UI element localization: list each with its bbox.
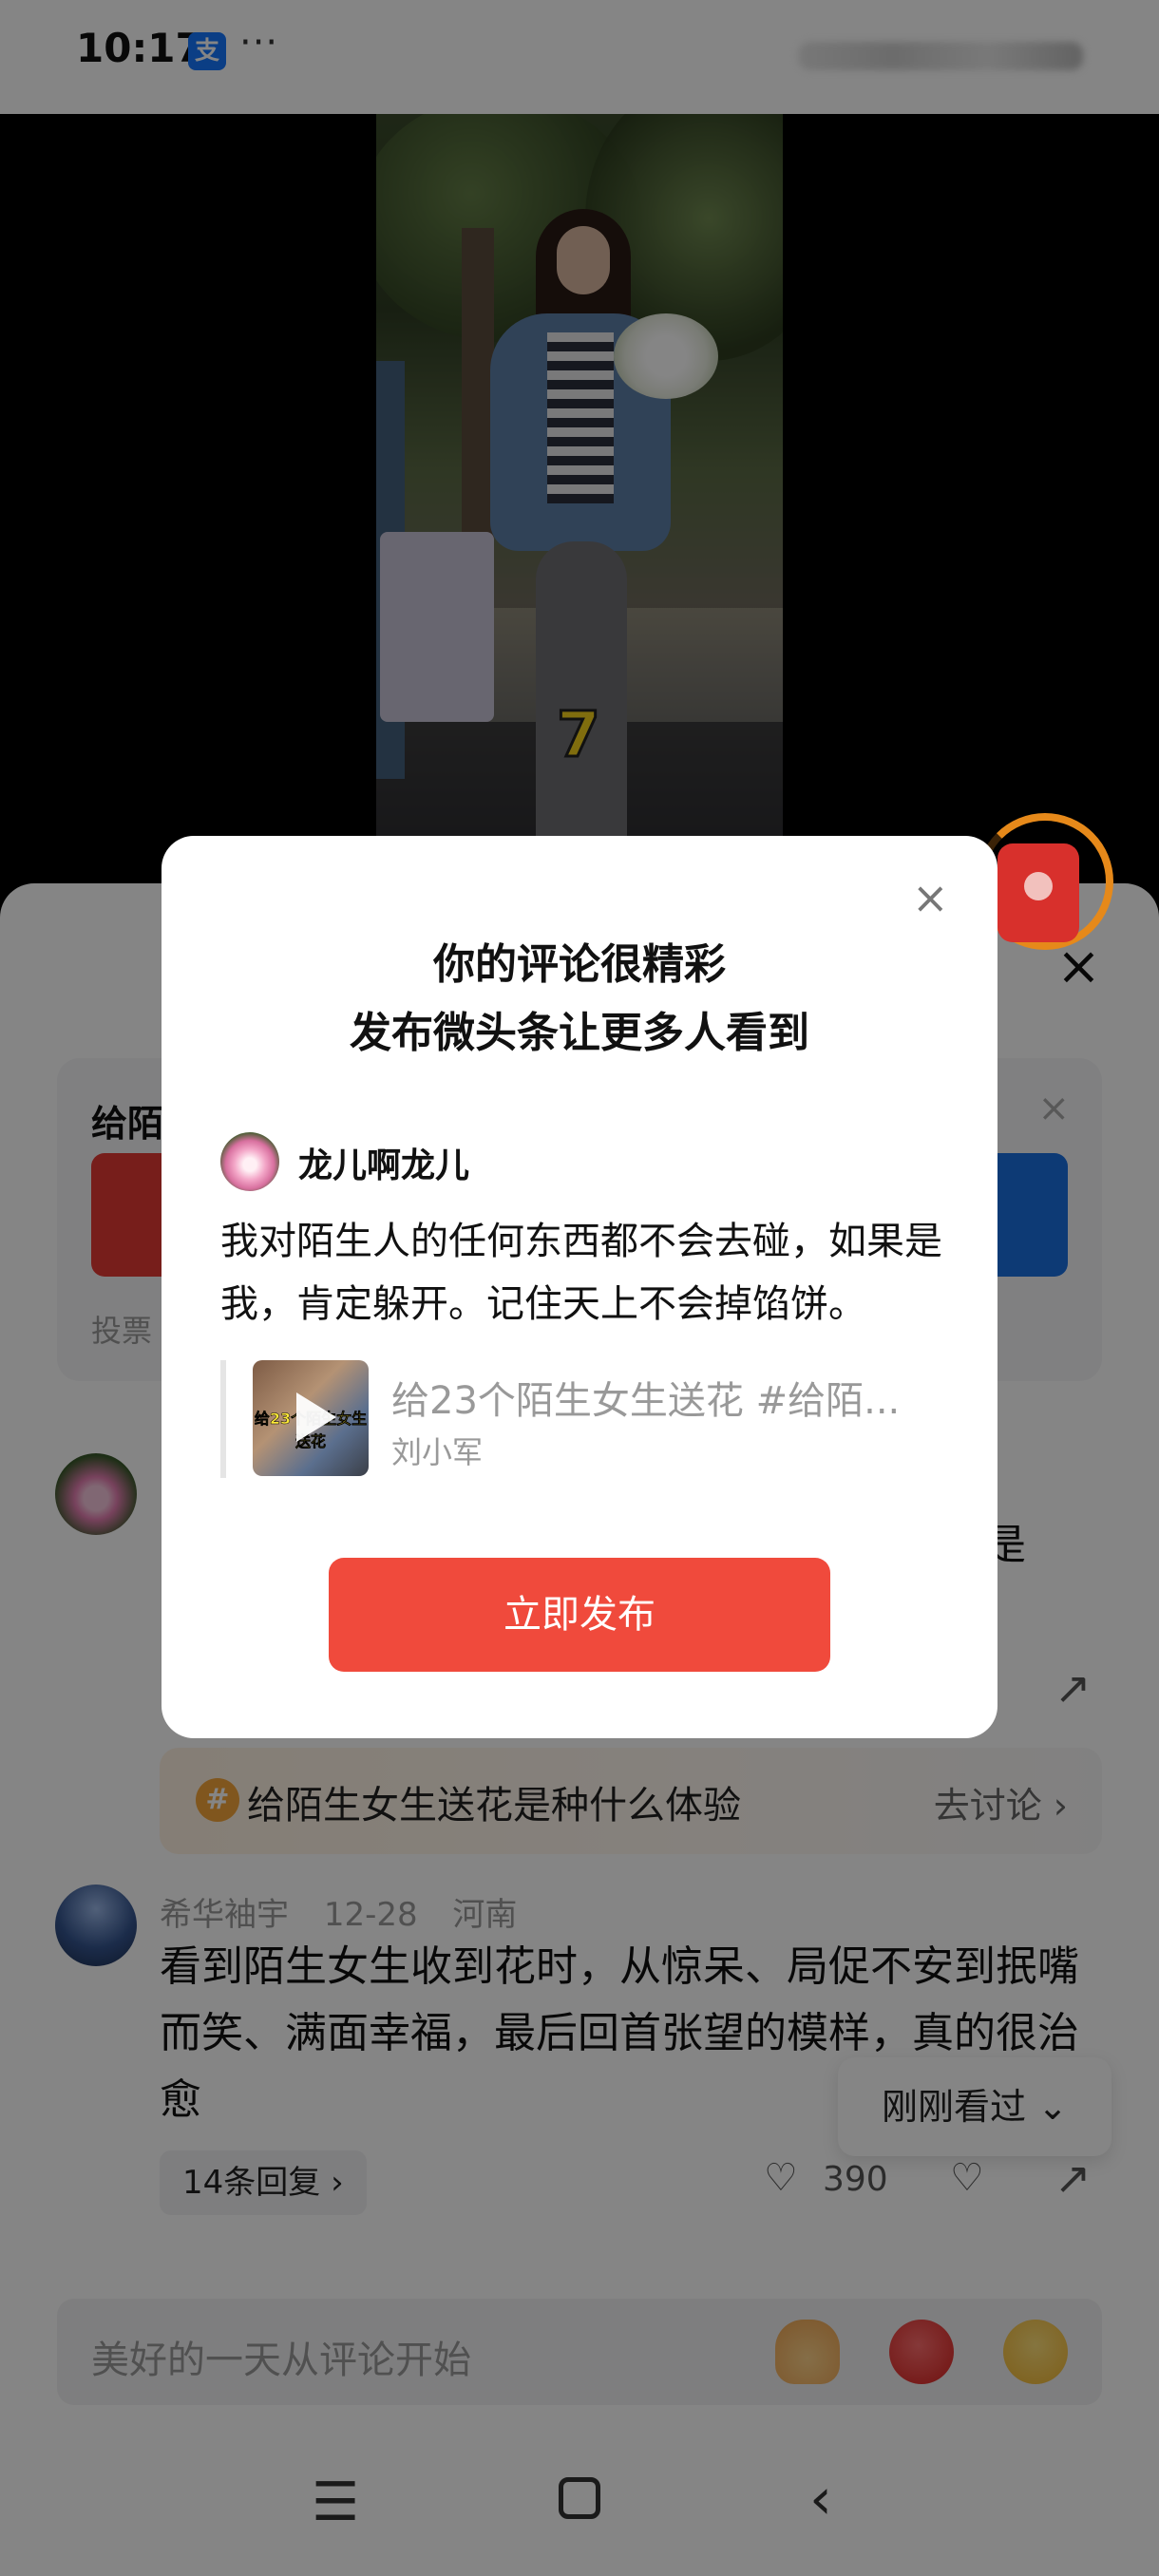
video-thumbnail[interactable]: 给23个陌生女生送花: [253, 1360, 369, 1476]
username: 龙儿啊龙儿: [298, 1146, 470, 1185]
quoted-video[interactable]: 给23个陌生女生送花 给23个陌生女生送花 #给陌... 刘小军: [220, 1360, 942, 1478]
avatar: [220, 1132, 279, 1191]
comment-text: 我对陌生人的任何东西都不会去碰，如果是我，肯定躲开。记住天上不会掉馅饼。: [220, 1220, 942, 1326]
quoted-title: 给23个陌生女生送花 #给陌...: [391, 1379, 901, 1423]
publish-button[interactable]: 立即发布: [329, 1558, 830, 1672]
dialog-title-line2: 发布微头条让更多人看到: [350, 1009, 809, 1057]
play-icon: [296, 1392, 336, 1442]
dialog-title: 你的评论很精彩 发布微头条让更多人看到: [162, 931, 998, 1068]
dialog-title-line1: 你的评论很精彩: [433, 940, 726, 989]
publish-dialog: × 你的评论很精彩 发布微头条让更多人看到 龙儿啊龙儿 我对陌生人的任何东西都不…: [162, 836, 998, 1738]
close-icon[interactable]: ×: [912, 876, 949, 919]
red-packet-seal: [1024, 872, 1053, 900]
quoted-author: 刘小军: [391, 1434, 484, 1470]
